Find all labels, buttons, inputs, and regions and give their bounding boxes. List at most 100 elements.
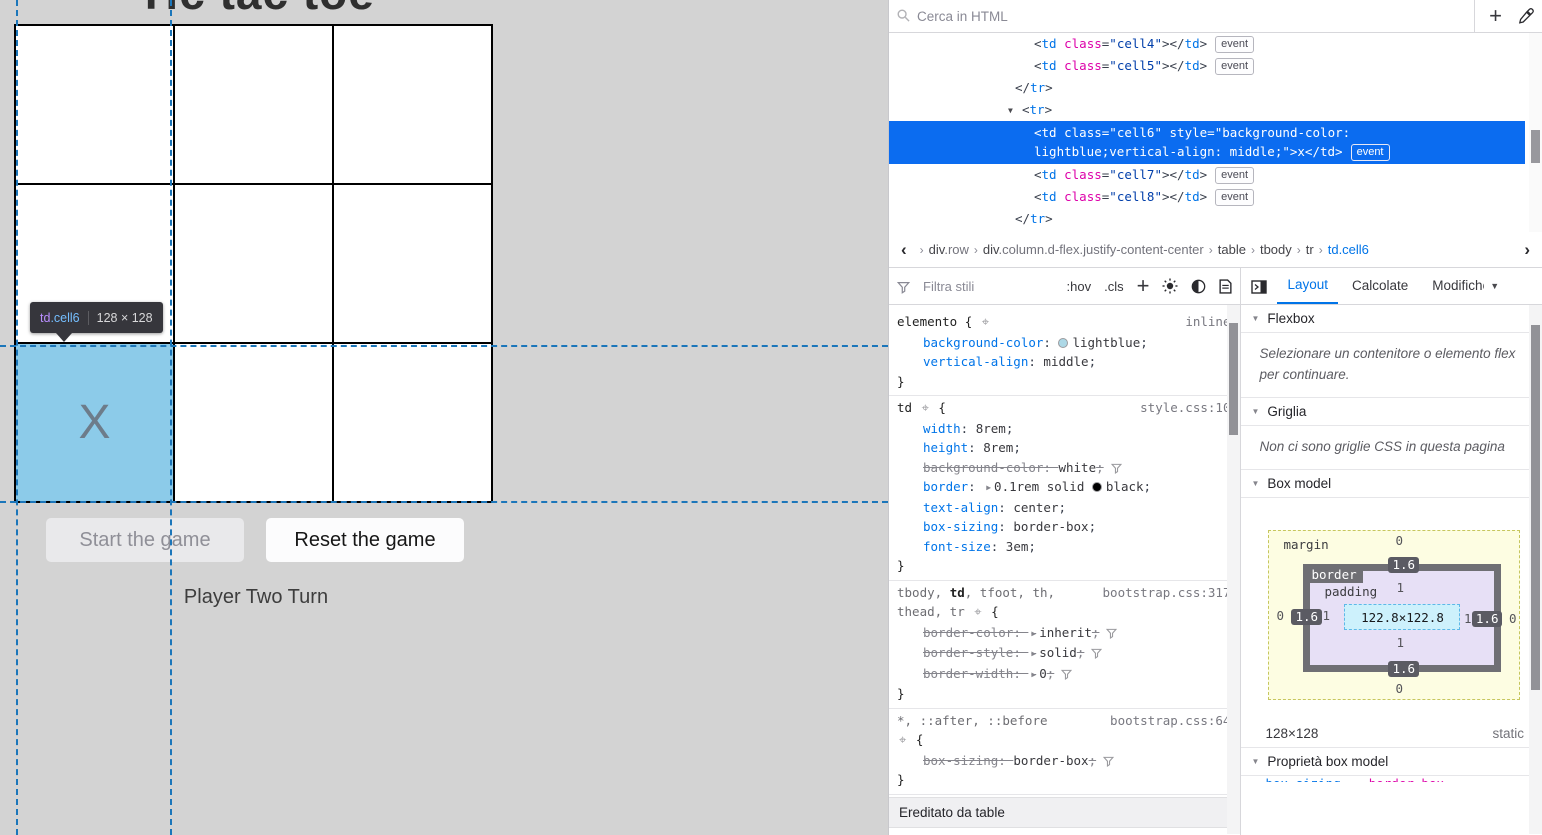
css-property[interactable]: background-color: white; bbox=[897, 458, 1230, 478]
margin-top-value[interactable]: 0 bbox=[1395, 533, 1403, 548]
overridden-filter-icon[interactable] bbox=[1104, 460, 1122, 475]
breadcrumb-item-tr[interactable]: tr bbox=[1306, 242, 1314, 257]
css-property[interactable]: font-size: 3em; bbox=[897, 537, 1230, 557]
border-right-value[interactable]: 1.6 bbox=[1472, 611, 1503, 627]
css-property[interactable]: height: 8rem; bbox=[897, 438, 1230, 458]
toggle-classes-button[interactable]: .cls bbox=[1104, 279, 1124, 294]
event-badge[interactable]: event bbox=[1215, 189, 1254, 206]
breadcrumb-item-tbody[interactable]: tbody bbox=[1260, 242, 1292, 257]
css-rule[interactable]: td ⌖ {style.css:10width: 8rem;height: 8r… bbox=[889, 396, 1240, 581]
expand-node-icon[interactable]: ▼ bbox=[1008, 100, 1013, 122]
board-cell-4[interactable] bbox=[174, 184, 333, 343]
board-cell-8[interactable] bbox=[333, 343, 492, 502]
board-cell-1[interactable] bbox=[174, 25, 333, 184]
padding-left-value[interactable]: 1 bbox=[1322, 608, 1330, 623]
padding-right-value[interactable]: 1 bbox=[1464, 611, 1472, 626]
tree-row-selected[interactable]: <td class="cell6" style="background-colo… bbox=[889, 121, 1525, 164]
light-scheme-icon[interactable] bbox=[1162, 278, 1178, 295]
css-rule[interactable]: table ⌖ {style.css:20 bbox=[889, 828, 1240, 834]
overridden-filter-icon[interactable] bbox=[1084, 645, 1102, 660]
breadcrumb-item-td.cell6[interactable]: td.cell6 bbox=[1328, 242, 1369, 257]
border-bottom-value[interactable]: 1.6 bbox=[1388, 661, 1419, 677]
content-dimensions[interactable]: 122.8×122.8 bbox=[1344, 604, 1460, 630]
overridden-filter-icon[interactable] bbox=[1096, 753, 1114, 768]
add-node-button[interactable]: + bbox=[1489, 5, 1502, 27]
event-badge[interactable]: event bbox=[1215, 36, 1254, 53]
padding-bottom-value[interactable]: 1 bbox=[1396, 635, 1404, 650]
margin-left-value[interactable]: 0 bbox=[1276, 608, 1284, 623]
margin-bottom-value[interactable]: 0 bbox=[1395, 681, 1403, 696]
board-cell-6-highlighted[interactable]: X bbox=[15, 343, 174, 502]
css-property[interactable]: box-sizing: border-box; bbox=[897, 751, 1230, 771]
css-property[interactable]: box-sizing: border-box; bbox=[897, 517, 1230, 537]
tree-row[interactable]: ▼<tr> bbox=[889, 99, 1525, 121]
boxmodel-props-header[interactable]: ▼ Proprietà box model bbox=[1241, 747, 1542, 776]
css-property[interactable]: vertical-align: middle; bbox=[897, 352, 1230, 372]
board-cell-7[interactable] bbox=[174, 343, 333, 502]
css-rule[interactable]: *, ::after, ::beforebootstrap.css:64 ⌖ {… bbox=[889, 709, 1240, 795]
breadcrumb-item-table[interactable]: table bbox=[1218, 242, 1246, 257]
start-game-button[interactable]: Start the game bbox=[46, 518, 244, 562]
css-property[interactable]: text-align: center; bbox=[897, 498, 1230, 518]
border-top-value[interactable]: 1.6 bbox=[1388, 557, 1419, 573]
box-model-diagram[interactable]: margin 0 0 0 0 border padding 1.6 1.6 1.… bbox=[1268, 530, 1520, 700]
overridden-filter-icon[interactable] bbox=[1054, 666, 1072, 681]
breadcrumb-prev-icon[interactable]: ‹ bbox=[893, 240, 915, 260]
html-search-bar[interactable]: Cerca in HTML + bbox=[889, 0, 1542, 33]
rules-scrollbar[interactable] bbox=[1227, 305, 1240, 834]
tab-changes[interactable]: Modifiche bbox=[1422, 269, 1484, 303]
tree-row[interactable]: <td class="cell8"></td>event bbox=[889, 186, 1525, 208]
highlight-selector-icon[interactable]: ⌖ bbox=[942, 833, 953, 834]
css-property[interactable]: border: ▶0.1rem solid black; bbox=[897, 477, 1230, 498]
breadcrumb-next-icon[interactable]: › bbox=[1516, 240, 1538, 260]
reset-game-button[interactable]: Reset the game bbox=[266, 518, 464, 562]
tree-row[interactable]: <td class="cell5"></td>event bbox=[889, 55, 1525, 77]
flexbox-section-header[interactable]: ▼ Flexbox bbox=[1241, 305, 1542, 333]
event-badge[interactable]: event bbox=[1351, 144, 1390, 161]
highlight-selector-icon[interactable]: ⌖ bbox=[897, 733, 908, 748]
highlight-selector-icon[interactable]: ⌖ bbox=[972, 605, 983, 620]
css-property[interactable]: border-style: ▶solid; bbox=[897, 643, 1230, 664]
css-property[interactable]: border-width: ▶0; bbox=[897, 664, 1230, 685]
filter-styles-input[interactable]: Filtra stili bbox=[923, 279, 1054, 294]
board-cell-5[interactable] bbox=[333, 184, 492, 343]
highlight-selector-icon[interactable]: ⌖ bbox=[980, 315, 991, 330]
board-cell-2[interactable] bbox=[333, 25, 492, 184]
css-rule[interactable]: elemento { ⌖inlinebackground-color: ligh… bbox=[889, 310, 1240, 396]
css-property[interactable]: background-color: lightblue; bbox=[897, 333, 1230, 353]
rule-source-link[interactable]: bootstrap.css:64 bbox=[1110, 711, 1230, 731]
css-property[interactable]: width: 8rem; bbox=[897, 419, 1230, 439]
breadcrumb-item-div.row[interactable]: div.row bbox=[929, 242, 969, 257]
tree-row[interactable]: </tr> bbox=[889, 77, 1525, 99]
event-badge[interactable]: event bbox=[1215, 58, 1254, 75]
highlight-selector-icon[interactable]: ⌖ bbox=[920, 401, 931, 416]
border-left-value[interactable]: 1.6 bbox=[1291, 609, 1322, 625]
expand-sidebar-icon[interactable] bbox=[1245, 278, 1273, 293]
tab-layout[interactable]: Layout bbox=[1277, 268, 1338, 304]
tree-row[interactable]: </tbody> bbox=[889, 230, 1525, 232]
board-cell-0[interactable] bbox=[15, 25, 174, 184]
padding-top-value[interactable]: 1 bbox=[1396, 580, 1404, 595]
tree-row[interactable]: <td class="cell4"></td>event bbox=[889, 33, 1525, 55]
breadcrumb-item-div.column.d-flex.justify-content-center[interactable]: div.column.d-flex.justify-content-center bbox=[983, 242, 1204, 257]
layout-scrollbar[interactable] bbox=[1529, 305, 1542, 834]
tree-row[interactable]: <td class="cell7"></td>event bbox=[889, 164, 1525, 186]
rule-source-link[interactable]: bootstrap.css:317 bbox=[1103, 583, 1231, 603]
tree-row[interactable]: </tr> bbox=[889, 208, 1525, 230]
eyedropper-icon[interactable] bbox=[1518, 7, 1534, 25]
css-rule[interactable]: tbody, td, tfoot, th,bootstrap.css:317th… bbox=[889, 581, 1240, 709]
rule-source-link[interactable]: style.css:20 bbox=[1140, 830, 1230, 834]
tree-scrollbar[interactable] bbox=[1529, 33, 1542, 232]
tabs-dropdown-icon[interactable]: ▼ bbox=[1490, 281, 1499, 291]
boxmodel-section-header[interactable]: ▼ Box model bbox=[1241, 469, 1542, 498]
grid-section-header[interactable]: ▼ Griglia bbox=[1241, 397, 1542, 426]
css-property[interactable]: border-color: ▶inherit; bbox=[897, 623, 1230, 644]
tab-computed[interactable]: Calcolate bbox=[1342, 269, 1418, 303]
rule-source-link[interactable]: inline bbox=[1185, 312, 1230, 333]
toggle-hover-button[interactable]: :hov bbox=[1067, 279, 1092, 294]
add-rule-button[interactable]: + bbox=[1137, 275, 1150, 297]
margin-right-value[interactable]: 0 bbox=[1509, 611, 1517, 626]
event-badge[interactable]: event bbox=[1215, 167, 1254, 184]
overridden-filter-icon[interactable] bbox=[1099, 625, 1117, 640]
dark-scheme-icon[interactable] bbox=[1191, 278, 1206, 294]
